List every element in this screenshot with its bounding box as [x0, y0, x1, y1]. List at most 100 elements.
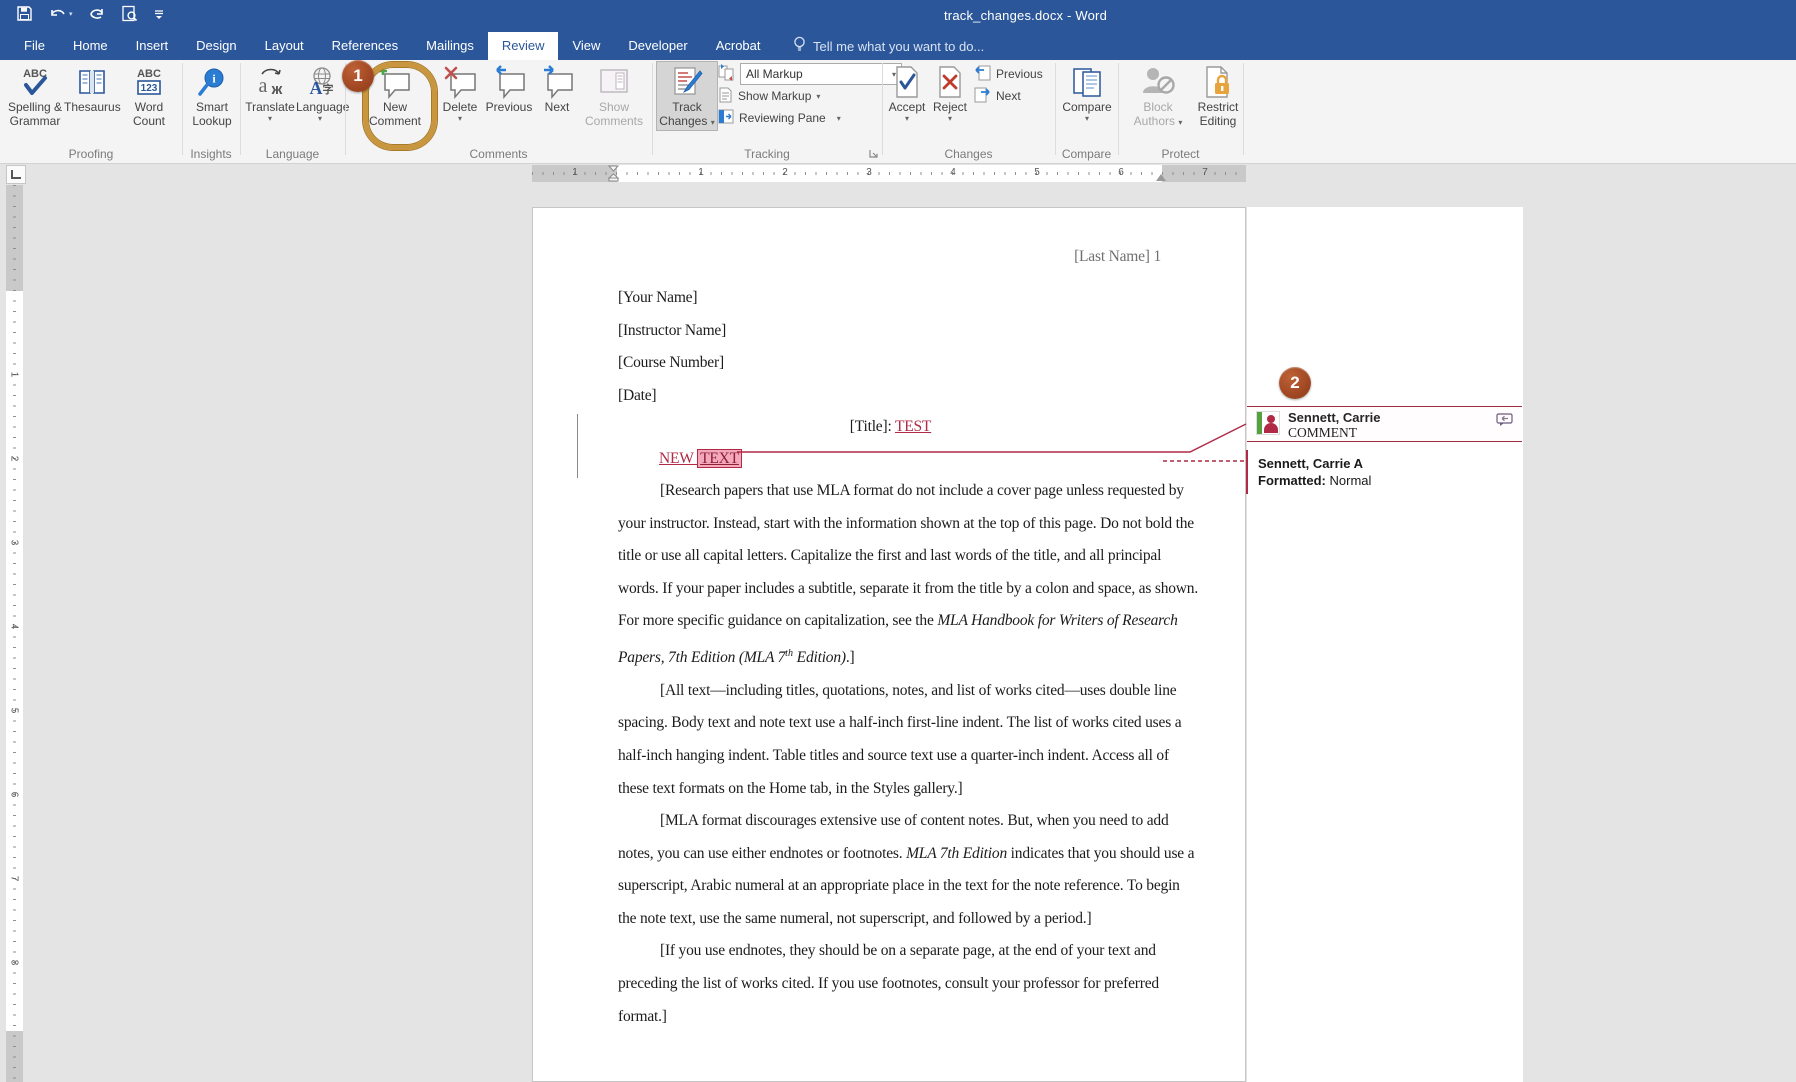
doc-info-line[interactable]: [Your Name] — [618, 282, 726, 315]
previous-comment-icon — [481, 64, 537, 100]
change-note-bar — [1246, 450, 1248, 494]
translate-button[interactable]: aж Translate ▾ — [245, 62, 295, 123]
doc-text-line[interactable]: the note text, use the same numeral, not… — [618, 903, 1166, 936]
tell-me-box[interactable]: Tell me what you want to do... — [793, 32, 984, 60]
tab-home[interactable]: Home — [59, 32, 122, 60]
document-page[interactable]: [Last Name] 1 [Your Name][Instructor Nam… — [532, 207, 1246, 1082]
smart-lookup-button[interactable]: i Smart Lookup — [186, 62, 238, 128]
compare-dropdown-caret[interactable]: ▾ — [1060, 114, 1114, 123]
annotation-step-2: 2 — [1279, 367, 1311, 399]
doc-info-line[interactable]: [Date] — [618, 380, 726, 413]
redo-icon[interactable] — [89, 6, 105, 21]
tab-acrobat[interactable]: Acrobat — [702, 32, 775, 60]
thesaurus-button[interactable]: Thesaurus — [64, 62, 120, 114]
right-indent-marker[interactable] — [1156, 174, 1166, 181]
restrict-editing-button[interactable]: Restrict Editing — [1193, 62, 1243, 128]
comment-text[interactable]: COMMENT — [1288, 425, 1357, 441]
group-divider — [182, 63, 183, 155]
doc-text-line[interactable]: superscript, Arabic numeral at an approp… — [618, 870, 1166, 903]
doc-text-line[interactable]: words. If your paper includes a subtitle… — [618, 573, 1166, 606]
doc-text-line[interactable]: Papers, 7th Edition (MLA 7th Edition).] — [618, 638, 1166, 675]
delete-comment-button[interactable]: Delete ▾ — [440, 62, 480, 123]
tracked-insertion-new[interactable]: NEW — [659, 450, 697, 467]
show-comments-button: Show Comments — [578, 62, 650, 128]
doc-text-line[interactable]: [Research papers that use MLA format do … — [618, 475, 1166, 508]
tracked-insertion-title[interactable]: TEST — [895, 418, 931, 435]
vertical-ruler[interactable]: 12345678 — [6, 185, 23, 1082]
horizontal-ruler[interactable]: 11234567 — [532, 165, 1246, 182]
doc-text-line[interactable]: format.] — [618, 1001, 1166, 1034]
vruler-number: 2 — [9, 453, 20, 465]
reject-change-icon — [929, 64, 971, 100]
reject-dropdown-caret[interactable]: ▾ — [929, 114, 971, 123]
tab-stop-selector[interactable] — [6, 165, 26, 184]
next-comment-button[interactable]: Next — [538, 62, 576, 114]
display-for-review-row: All Markup ▾ — [718, 64, 902, 84]
reviewing-pane-button[interactable]: Reviewing Pane ▾ — [718, 108, 841, 128]
word-window: ▾ track_changes.docx - Word FileHomeInse… — [0, 0, 1796, 1082]
tab-view[interactable]: View — [558, 32, 614, 60]
tab-design[interactable]: Design — [182, 32, 250, 60]
mla-info-block: [Your Name][Instructor Name][Course Numb… — [618, 282, 726, 412]
spelling-check-icon: ABC — [6, 64, 64, 100]
undo-dropdown-caret[interactable]: ▾ — [69, 10, 73, 18]
save-icon[interactable] — [16, 5, 33, 22]
undo-button[interactable]: ▾ — [49, 6, 73, 21]
doc-text-line[interactable]: these text formats on the Home tab, in t… — [618, 773, 1166, 806]
show-markup-button[interactable]: Show Markup ▾ — [718, 86, 820, 106]
doc-text-line[interactable]: [MLA format discourages extensive use of… — [618, 805, 1166, 838]
delete-dropdown-caret[interactable]: ▾ — [440, 114, 480, 123]
ruler-ticks — [532, 172, 1246, 175]
reply-comment-icon[interactable] — [1496, 413, 1514, 432]
tab-references[interactable]: References — [318, 32, 412, 60]
doc-text-line[interactable]: your instructor. Instead, start with the… — [618, 508, 1166, 541]
comment-card[interactable]: Sennett, Carrie COMMENT — [1247, 406, 1522, 442]
doc-text-line[interactable]: title or use all capital letters. Capita… — [618, 540, 1166, 573]
doc-text-line[interactable]: spacing. Body text and note text use a h… — [618, 707, 1166, 740]
doc-text-line[interactable]: [All text—including titles, quotations, … — [618, 675, 1166, 708]
language-globe-icon: A字 — [296, 64, 344, 100]
customize-qat-icon[interactable] — [154, 8, 164, 20]
compare-button[interactable]: Compare ▾ — [1060, 62, 1114, 123]
word-count-button[interactable]: ABC123 Word Count — [120, 62, 178, 128]
hruler-number: 2 — [778, 167, 792, 178]
change-note-value: Normal — [1326, 473, 1372, 488]
doc-text-line[interactable]: half-inch hanging indent. Table titles a… — [618, 740, 1166, 773]
language-button[interactable]: A字 Language ▾ — [296, 62, 344, 123]
tab-mailings[interactable]: Mailings — [412, 32, 488, 60]
next-change-button[interactable]: Next — [974, 86, 1021, 106]
display-for-review-select[interactable]: All Markup ▾ — [740, 63, 902, 85]
track-changes-dropdown-caret[interactable]: ▾ — [711, 118, 715, 127]
indent-markers[interactable] — [607, 165, 620, 182]
tab-file[interactable]: File — [10, 32, 59, 60]
tab-review[interactable]: Review — [488, 32, 559, 60]
tab-developer[interactable]: Developer — [614, 32, 701, 60]
doc-text-line[interactable]: [If you use endnotes, they should be on … — [618, 935, 1166, 968]
doc-text-line[interactable]: For more specific guidance on capitaliza… — [618, 605, 1166, 638]
smart-lookup-icon: i — [186, 64, 238, 100]
show-markup-caret: ▾ — [816, 92, 820, 101]
reject-button[interactable]: Reject ▾ — [929, 62, 971, 123]
language-dropdown-caret[interactable]: ▾ — [296, 114, 344, 123]
svg-text:a: a — [259, 75, 268, 97]
previous-change-button[interactable]: Previous — [974, 64, 1043, 84]
accept-dropdown-caret[interactable]: ▾ — [886, 114, 928, 123]
word-count-icon: ABC123 — [120, 64, 178, 100]
show-markup-label: Show Markup — [738, 89, 811, 103]
tab-insert[interactable]: Insert — [122, 32, 183, 60]
tab-layout[interactable]: Layout — [251, 32, 318, 60]
print-preview-icon[interactable] — [121, 5, 138, 22]
change-note[interactable]: Sennett, Carrie A Formatted: Normal — [1258, 455, 1371, 489]
spelling-grammar-button[interactable]: ABC Spelling & Grammar — [6, 62, 64, 128]
commented-text-highlight[interactable]: TEXT — [697, 449, 742, 468]
doc-text-line[interactable]: notes, you can use either endnotes or fo… — [618, 838, 1166, 871]
doc-text-line[interactable]: preceding the list of works cited. If yo… — [618, 968, 1166, 1001]
accept-button[interactable]: Accept ▾ — [886, 62, 928, 123]
track-changes-button[interactable]: Track Changes ▾ — [656, 61, 718, 131]
doc-info-line[interactable]: [Course Number] — [618, 347, 726, 380]
doc-info-line[interactable]: [Instructor Name] — [618, 315, 726, 348]
document-body-text: [Research papers that use MLA format do … — [618, 475, 1166, 1033]
previous-comment-button[interactable]: Previous — [481, 62, 537, 114]
translate-dropdown-caret[interactable]: ▾ — [245, 114, 295, 123]
delete-comment-icon — [440, 64, 480, 100]
